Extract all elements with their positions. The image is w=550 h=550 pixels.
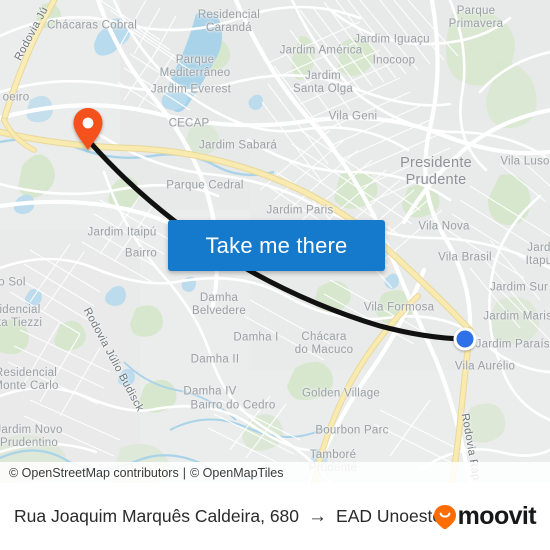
attribution-openmaptiles[interactable]: © OpenMapTiles (190, 466, 284, 480)
trip-footer: Rua Joaquim Marquês Caldeira, 680 → EAD … (0, 483, 550, 550)
map-canvas[interactable]: Rodovia Jú Chácaras Cobral Residencial Car… (0, 0, 550, 483)
trip-summary: Rua Joaquim Marquês Caldeira, 680 → EAD … (14, 506, 442, 527)
moovit-pin-icon (433, 504, 456, 529)
moovit-wordmark: moovit (457, 502, 537, 530)
map-attribution: © OpenStreetMap contributors | © OpenMap… (0, 462, 550, 483)
attribution-osm[interactable]: © OpenStreetMap contributors (9, 466, 179, 480)
moovit-logo[interactable]: moovit (433, 502, 537, 531)
moovit-route-screen: Rodovia Jú Chácaras Cobral Residencial Car… (0, 0, 550, 550)
origin-address: Rua Joaquim Marquês Caldeira, 680 (14, 506, 300, 526)
destination-dot-icon[interactable] (453, 327, 477, 351)
arrow-right-icon: → (308, 506, 328, 527)
attribution-separator: | (182, 465, 186, 480)
destination-name: EAD Unoeste (336, 506, 443, 526)
take-me-there-button[interactable]: Take me there (168, 220, 385, 271)
